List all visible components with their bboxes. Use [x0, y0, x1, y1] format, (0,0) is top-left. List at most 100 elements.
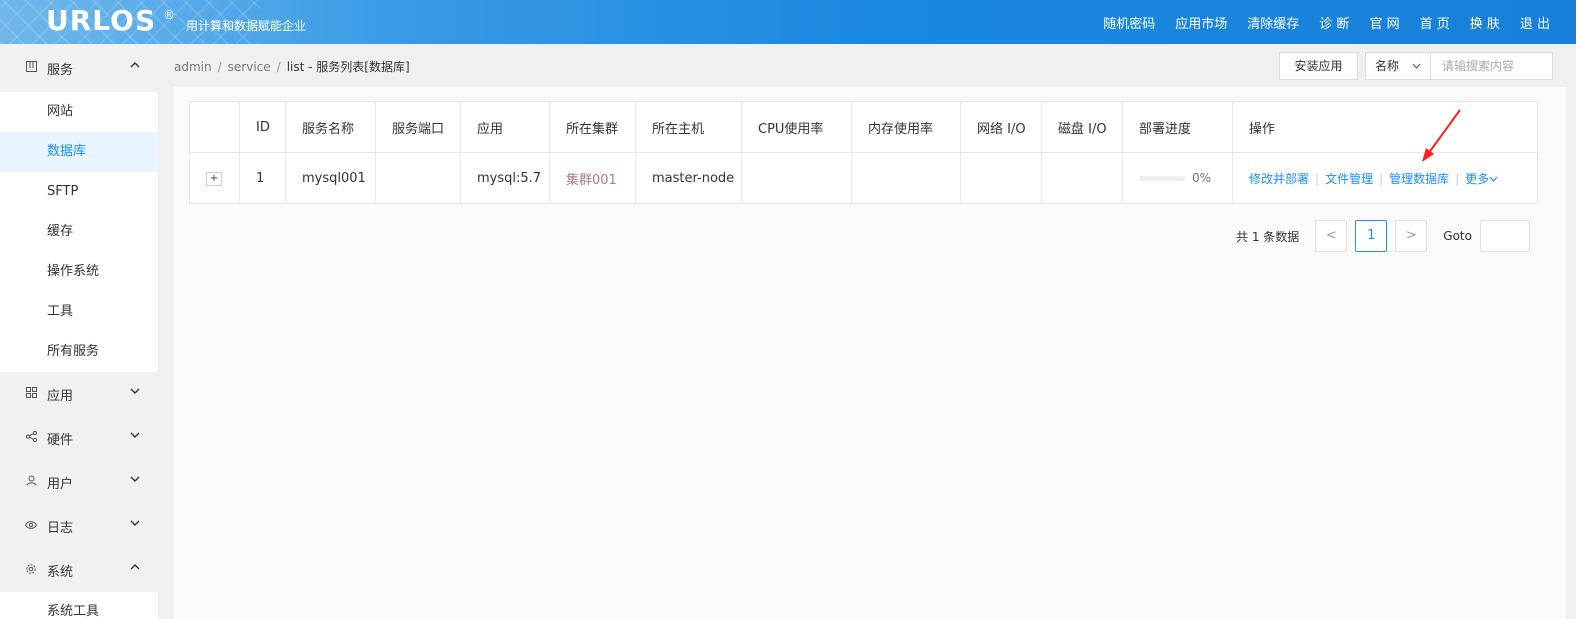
col-host: 所在主机: [635, 101, 742, 153]
nav-logout[interactable]: 退 出: [1520, 13, 1550, 32]
col-cpu: CPU使用率: [741, 101, 852, 153]
col-ops: 操作: [1232, 101, 1538, 153]
submenu-system: 系统工具: [0, 592, 158, 619]
col-disk: 磁盘 I/O: [1041, 101, 1123, 153]
cell-disk: [1041, 152, 1123, 204]
nav-clear-cache[interactable]: 清除缓存: [1247, 13, 1299, 32]
search-input[interactable]: 请输搜索内容: [1431, 52, 1553, 80]
page-title: 服务列表[数据库]: [316, 60, 410, 74]
ops-divider: |: [1379, 171, 1384, 186]
menu-group-label: 硬件: [47, 432, 74, 448]
share-icon: [24, 430, 38, 445]
apps-icon: [24, 387, 38, 401]
pagination-total: 共 1 条数据: [1236, 229, 1300, 244]
sidebar-item-database[interactable]: 数据库: [0, 132, 158, 172]
table-header-row: ID 服务名称 服务端口 应用 所在集群 所在主机 CPU使用率 内存使用率 网…: [189, 101, 1538, 153]
table-row: + 1 mysql001 mysql:5.7 集群001 master-node…: [189, 152, 1538, 204]
cell-mem: [851, 152, 961, 204]
cell-app: mysql:5.7: [460, 152, 550, 204]
chevron-up-icon: [130, 562, 140, 575]
deploy-progress-bar: [1139, 175, 1185, 181]
menu-group-label: 服务: [47, 62, 74, 78]
nav-app-market[interactable]: 应用市场: [1175, 13, 1227, 32]
menu-group-hardware[interactable]: 硬件: [0, 416, 158, 460]
col-progress: 部署进度: [1122, 101, 1233, 153]
search-field-value: 名称: [1375, 59, 1400, 73]
page-1-button[interactable]: 1: [1355, 220, 1388, 252]
manage-database-link[interactable]: 管理数据库: [1389, 172, 1449, 186]
sidebar-item-website[interactable]: 网站: [0, 92, 158, 132]
next-page-button[interactable]: >: [1395, 220, 1428, 252]
sidebar-item-tools[interactable]: 工具: [0, 292, 158, 332]
sidebar-item-system-tools[interactable]: 系统工具: [0, 592, 158, 619]
search-field-select[interactable]: 名称: [1365, 52, 1431, 80]
nav-skin[interactable]: 换 肤: [1470, 13, 1500, 32]
menu-group-logs[interactable]: 日志: [0, 504, 158, 548]
breadcrumb: admin / service / list - 服务列表[数据库]: [174, 58, 410, 75]
col-mem: 内存使用率: [851, 101, 961, 153]
gear-icon: [24, 563, 38, 578]
nav-diagnose[interactable]: 诊 断: [1319, 13, 1349, 32]
expand-row-button[interactable]: +: [206, 172, 222, 186]
chevron-down-icon: [1412, 53, 1421, 90]
ops-divider: |: [1315, 171, 1320, 186]
logo-registered-mark: ®: [163, 8, 175, 22]
logo[interactable]: URLOS: [46, 4, 156, 37]
more-label: 更多: [1465, 171, 1490, 186]
nav-official-site[interactable]: 官 网: [1369, 13, 1399, 32]
col-app: 应用: [460, 101, 550, 153]
grid-icon: [24, 61, 38, 75]
cell-name: mysql001: [285, 152, 376, 204]
breadcrumb-service[interactable]: service: [228, 60, 271, 74]
sidebar-item-os[interactable]: 操作系统: [0, 252, 158, 292]
chevron-down-icon: [130, 386, 140, 399]
sidebar: 服务 网站 数据库 SFTP 缓存 操作系统 工具 所有服务 应用 硬件 用户 …: [0, 44, 158, 619]
menu-group-service[interactable]: 服务: [0, 44, 158, 92]
chevron-down-icon: [130, 518, 140, 531]
cell-net: [960, 152, 1042, 204]
install-app-button[interactable]: 安装应用: [1279, 52, 1358, 80]
cell-progress: 0%: [1122, 152, 1233, 204]
col-id: ID: [239, 101, 286, 153]
cell-cluster: 集群001: [549, 152, 636, 204]
sidebar-item-sftp[interactable]: SFTP: [0, 172, 158, 212]
breadcrumb-admin[interactable]: admin: [174, 60, 212, 74]
nav-home[interactable]: 首 页: [1420, 13, 1450, 32]
chevron-down-icon: [130, 474, 140, 487]
chevron-up-icon: [130, 60, 140, 73]
file-manage-link[interactable]: 文件管理: [1325, 172, 1373, 186]
breadcrumb-separator: /: [276, 60, 281, 74]
menu-group-label: 用户: [47, 476, 74, 492]
col-name: 服务名称: [285, 101, 376, 153]
sidebar-item-cache[interactable]: 缓存: [0, 212, 158, 252]
user-icon: [24, 475, 38, 489]
chevron-down-icon: [130, 430, 140, 443]
more-dropdown[interactable]: 更多: [1465, 172, 1498, 186]
menu-group-label: 系统: [47, 564, 74, 580]
cell-expand: +: [189, 152, 240, 204]
cluster-link[interactable]: 集群001: [566, 173, 617, 188]
prev-page-button[interactable]: <: [1315, 220, 1348, 252]
breadcrumb-separator: /: [217, 60, 222, 74]
col-cluster: 所在集群: [549, 101, 636, 153]
goto-page-input[interactable]: [1479, 220, 1530, 252]
menu-group-users[interactable]: 用户: [0, 460, 158, 504]
col-expand: [189, 101, 240, 153]
menu-group-system[interactable]: 系统: [0, 548, 158, 592]
main-area: admin / service / list - 服务列表[数据库] 安装应用 名称 请…: [158, 44, 1576, 619]
cell-port: [375, 152, 461, 204]
deploy-progress-label: 0%: [1192, 171, 1212, 185]
chevron-down-icon: [1489, 172, 1498, 186]
menu-group-label: 日志: [47, 520, 74, 536]
annotation-arrow-icon: [1422, 109, 1461, 162]
menu-group-label: 应用: [47, 388, 74, 404]
breadcrumb-dash: -: [304, 60, 317, 74]
menu-group-apps[interactable]: 应用: [0, 372, 158, 416]
breadcrumb-list: list: [286, 60, 305, 74]
service-table: ID 服务名称 服务端口 应用 所在集群 所在主机 CPU使用率 内存使用率 网…: [189, 101, 1538, 204]
nav-random-password[interactable]: 随机密码: [1103, 13, 1155, 32]
col-net: 网络 I/O: [960, 101, 1042, 153]
top-nav: 随机密码 应用市场 清除缓存 诊 断 官 网 首 页 换 肤 退 出: [1083, 0, 1550, 44]
edit-deploy-link[interactable]: 修改并部署: [1249, 172, 1309, 186]
sidebar-item-all-services[interactable]: 所有服务: [0, 332, 158, 372]
